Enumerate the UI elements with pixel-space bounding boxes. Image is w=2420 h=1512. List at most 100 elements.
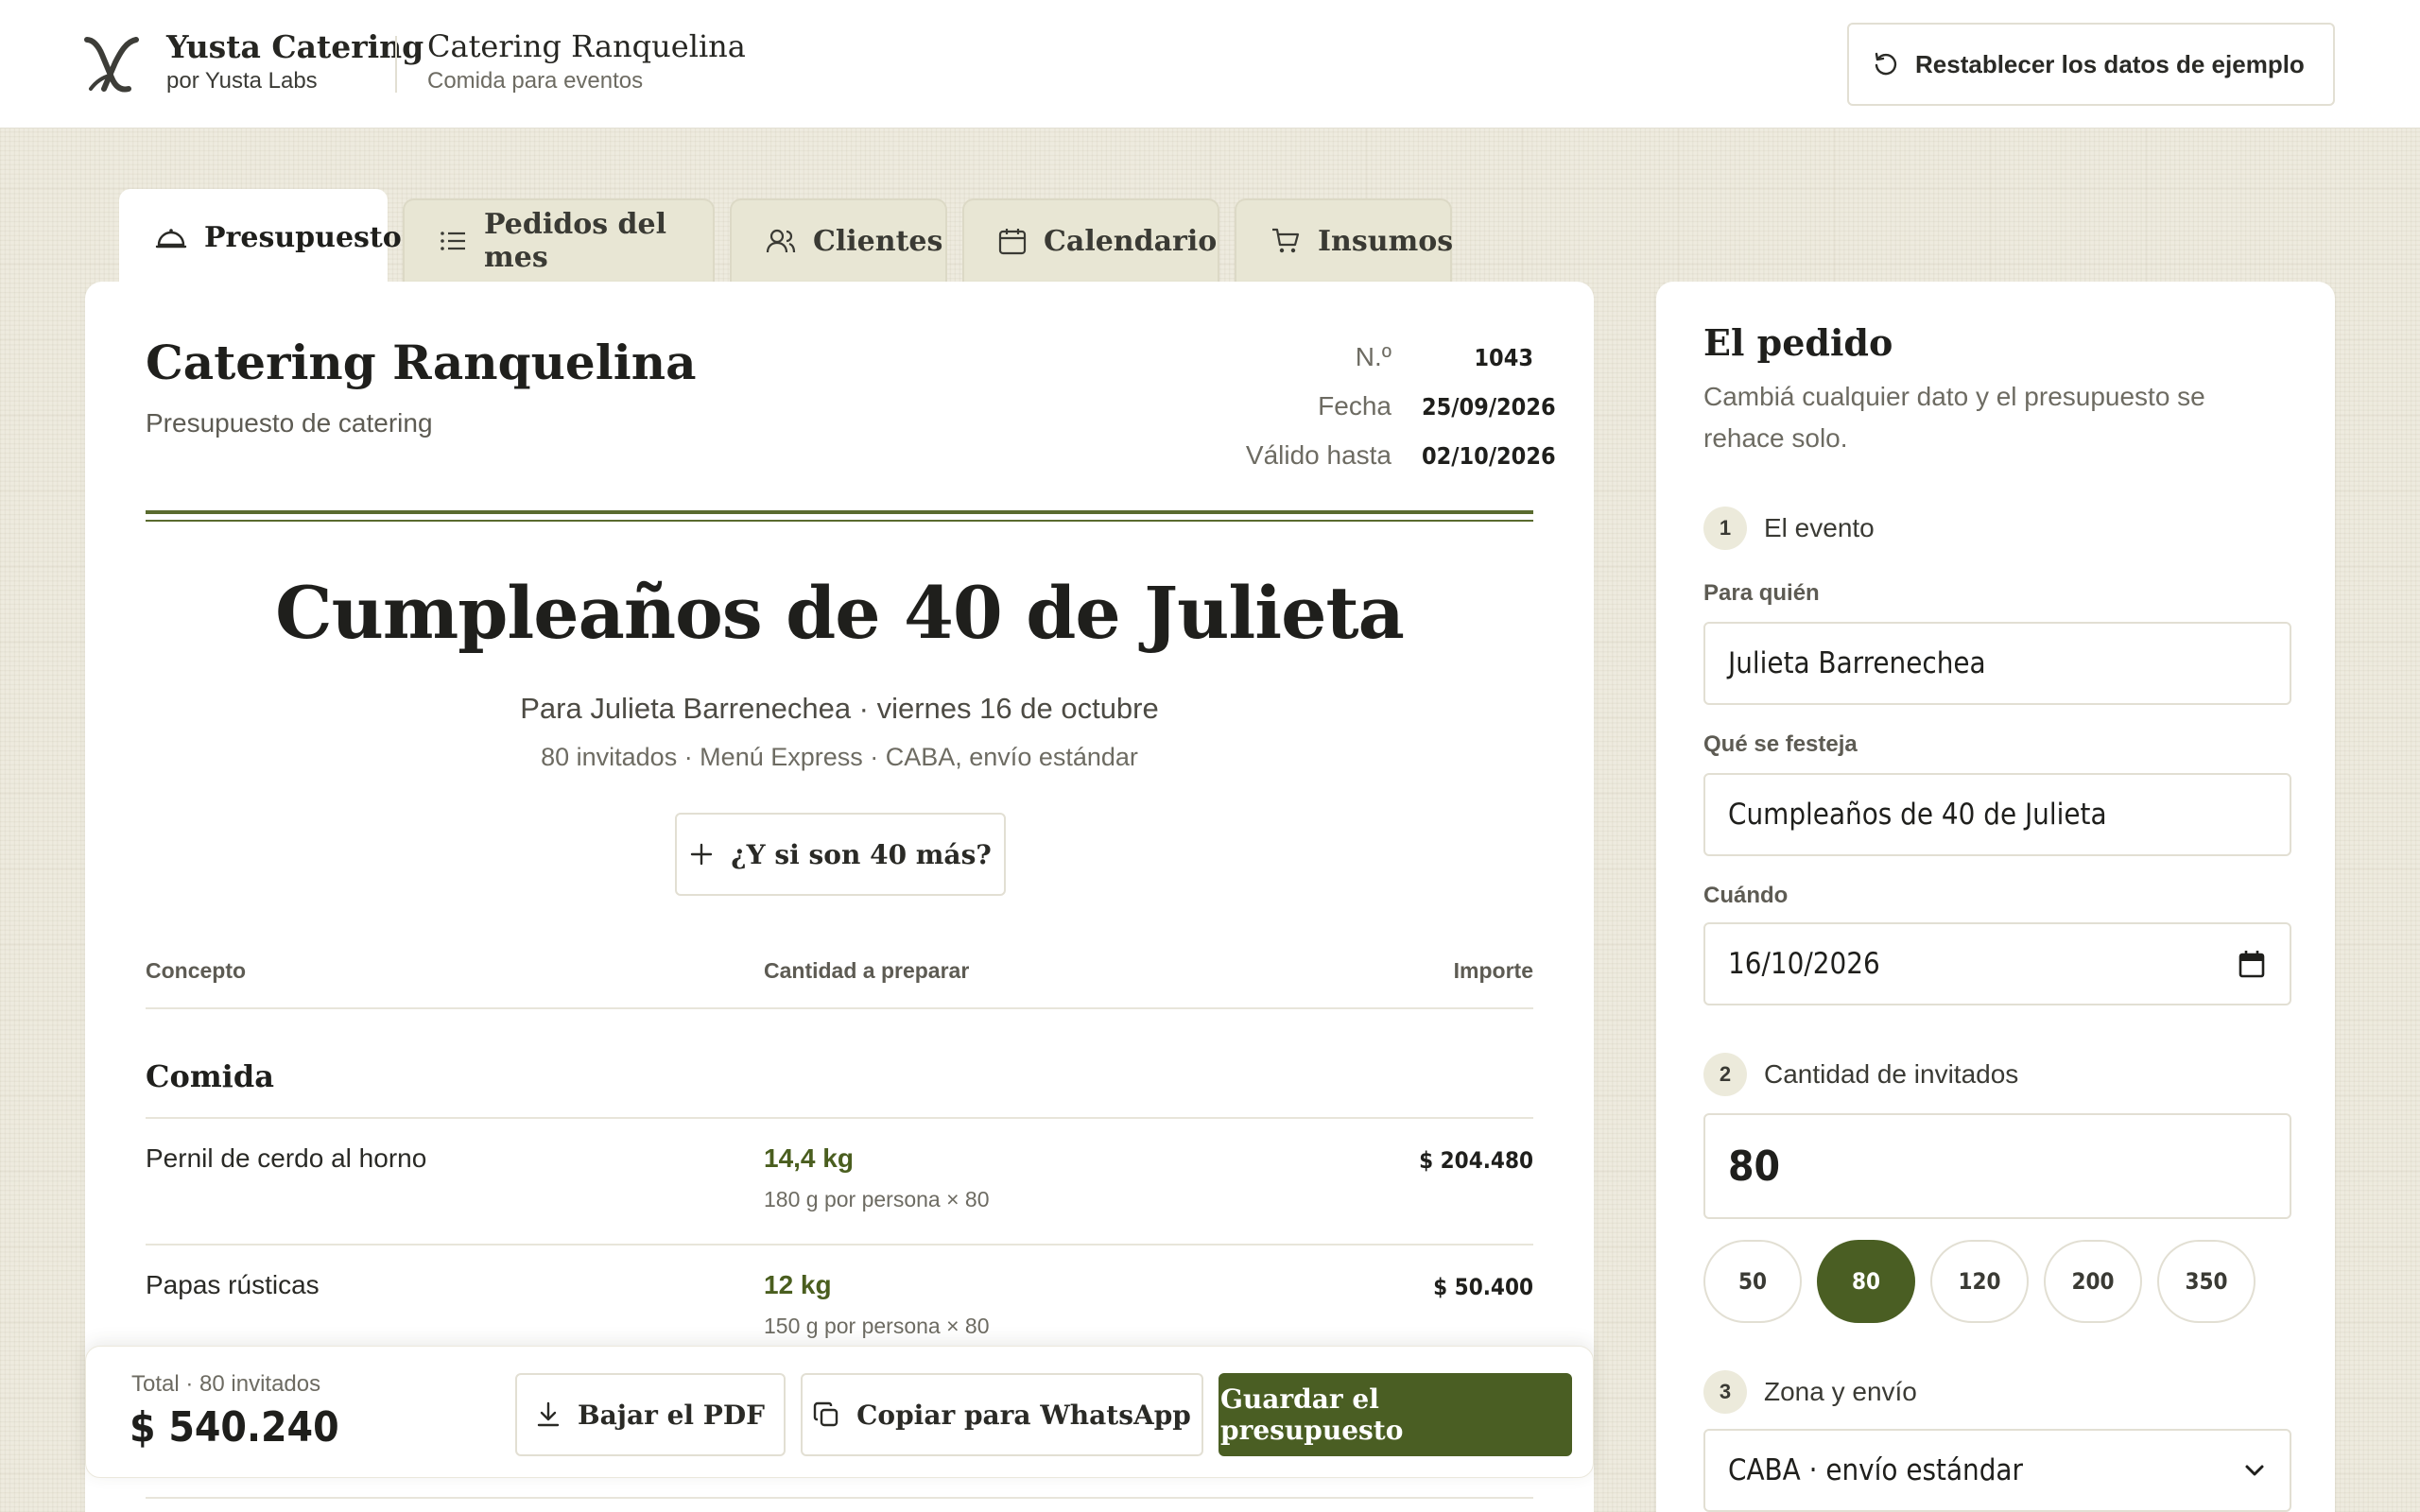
guest-preset-120[interactable]: 120 [1930,1240,2029,1323]
row-amount: $ 204.480 [1419,1147,1533,1174]
what-if-label: ¿Y si son 40 más? [731,838,992,870]
cart-icon [1272,228,1300,253]
cloche-icon [155,229,187,249]
row-concept: Papas rústicas [146,1270,320,1299]
download-pdf-label: Bajar el PDF [578,1399,765,1431]
download-icon [537,1401,560,1427]
order-form-card: El pedido Cambiá cualquier dato y el pre… [1656,282,2335,1512]
row-quantity: 14,4 kg [764,1143,854,1173]
tab-label: Presupuesto [204,220,402,254]
guest-preset-80[interactable]: 80 [1817,1240,1915,1323]
celebration-label: Qué se festeja [1703,731,1858,757]
row-quantity-detail: 150 g por persona × 80 [764,1314,990,1338]
guest-preset-50[interactable]: 50 [1703,1240,1802,1323]
quote-company: Catering Ranquelina [146,335,697,390]
celebration-input[interactable]: Cumpleaños de 40 de Julieta [1703,773,2291,856]
step-label: Zona y envío [1764,1377,1917,1406]
brand-logo-icon [84,37,139,93]
table-rule [146,1117,1533,1119]
column-header-quantity: Cantidad a preparar [764,958,970,983]
quote-number-row: N.º 1043 [1138,342,1533,372]
quote-date-label: Fecha [1318,391,1392,421]
date-label: Cuándo [1703,883,1789,908]
header-divider [395,36,397,93]
what-if-more-guests-button[interactable]: ¿Y si son 40 más? [675,813,1006,896]
plus-icon [691,843,713,866]
top-bar: Yusta Catering por Yusta Labs Catering R… [0,0,2420,129]
step-number: 3 [1703,1370,1747,1414]
quote-valid-row: Válido hasta 02/10/2026 [1138,440,1556,471]
section-comida: Comida [146,1058,274,1094]
row-quantity: 12 kg [764,1270,832,1299]
quote-number: 1043 [1474,344,1533,371]
date-value: 16/10/2026 [1728,947,1880,981]
save-quote-button[interactable]: Guardar el presupuesto [1219,1373,1572,1456]
step-number: 1 [1703,507,1747,550]
tab-clientes[interactable]: Clientes [730,198,947,282]
list-icon [441,232,465,250]
save-quote-label: Guardar el presupuesto [1220,1383,1404,1446]
quote-number-label: N.º [1355,342,1392,371]
date-input[interactable]: 16/10/2026 [1703,922,2291,1005]
event-title: Cumpleaños de 40 de Julieta [275,571,1405,655]
tab-pedidos-del-mes[interactable]: Pedidos del mes [403,198,715,282]
column-header-amount: Importe [1453,958,1533,983]
app-subtitle: Comida para eventos [427,68,644,94]
table-rule [146,1497,1533,1499]
guest-preset-350[interactable]: 350 [2157,1240,2256,1323]
calendar-icon [998,229,1027,255]
brand-by: por Yusta Labs [166,68,318,94]
step-zone: 3 Zona y envío [1703,1370,1917,1414]
order-title: El pedido [1703,321,1893,364]
brand-name: Yusta Catering [166,28,424,65]
quote-valid-until: 02/10/2026 [1422,442,1556,470]
step-label: Cantidad de invitados [1764,1059,2019,1089]
celebration-value: Cumpleaños de 40 de Julieta [1728,798,2107,832]
order-description: Cambiá cualquier dato y el presupuesto s… [1703,382,2205,453]
quote-doc-type: Presupuesto de catering [146,408,433,438]
guest-count-value: 80 [1728,1142,1781,1191]
for-whom-value: Julieta Barrenechea [1728,646,1986,680]
tab-label: Insumos [1318,224,1454,258]
zone-value: CABA · envío estándar [1728,1453,2023,1487]
copy-whatsapp-label: Copiar para WhatsApp [856,1399,1191,1431]
step-event: 1 El evento [1703,507,1875,550]
step-label: El evento [1764,513,1875,542]
event-client-date: Para Julieta Barrenechea · viernes 16 de… [520,692,1159,725]
double-rule-top [146,510,1533,514]
quote-date: 25/09/2026 [1422,393,1556,421]
tab-label: Pedidos del mes [484,208,666,274]
app-title: Catering Ranquelina [427,28,746,64]
calendar-picker-icon[interactable] [2238,950,2265,978]
download-pdf-button[interactable]: Bajar el PDF [515,1373,786,1456]
reset-label: Restablecer los datos de ejemplo [1915,49,2305,78]
tab-label: Calendario [1044,224,1218,258]
quote-card: Catering Ranquelina Presupuesto de cater… [85,282,1594,1512]
tab-presupuesto[interactable]: Presupuesto [119,189,402,284]
reset-icon [1875,52,1897,76]
tab-insumos[interactable]: Insumos [1235,198,1454,282]
tab-label: Clientes [813,224,943,258]
reset-sample-data-button[interactable]: Restablecer los datos de ejemplo [1847,23,2335,106]
event-summary: 80 invitados · Menú Express · CABA, enví… [541,743,1138,771]
total-action-bar: Total · 80 invitados $ 540.240 Bajar el … [85,1346,1594,1478]
row-quantity-detail: 180 g por persona × 80 [764,1187,990,1211]
row-amount: $ 50.400 [1433,1274,1533,1300]
quote-valid-label: Válido hasta [1245,440,1392,470]
step-guests: 2 Cantidad de invitados [1703,1053,2018,1096]
for-whom-input[interactable]: Julieta Barrenechea [1703,622,2291,705]
column-header-concept: Concepto [146,958,247,983]
quote-date-row: Fecha 25/09/2026 [1138,391,1556,421]
total-label: Total · 80 invitados [131,1371,321,1397]
copy-whatsapp-button[interactable]: Copiar para WhatsApp [801,1373,1203,1456]
step-number: 2 [1703,1053,1747,1096]
row-concept: Pernil de cerdo al horno [146,1143,427,1173]
users-icon [766,229,796,253]
guest-preset-200[interactable]: 200 [2044,1240,2142,1323]
double-rule-bottom [146,520,1533,522]
guest-count-input[interactable]: 80 [1703,1113,2291,1219]
tab-calendario[interactable]: Calendario [962,198,1219,282]
table-rule [146,1244,1533,1246]
table-header-rule [146,1007,1533,1009]
zone-select[interactable]: CABA · envío estándar [1703,1429,2291,1512]
